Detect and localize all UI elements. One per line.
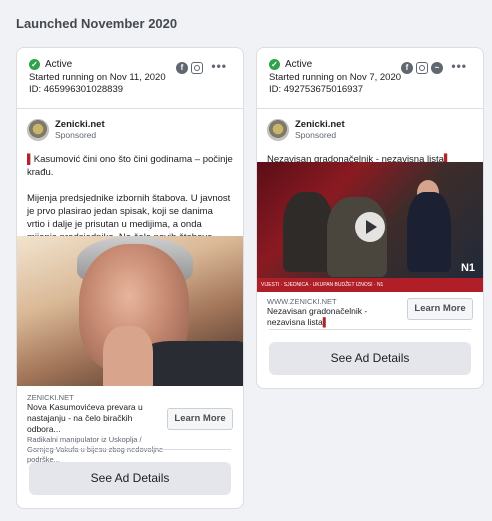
sponsored-label: Sponsored: [295, 130, 337, 140]
facebook-icon: f: [401, 62, 413, 74]
video-detail: [283, 192, 333, 272]
platform-icons: f ~: [401, 62, 443, 74]
link-title: Nova Kasumovićeva prevara u nastajanju -…: [27, 402, 143, 434]
advertiser-row: Zenicki.net Sponsored: [17, 109, 243, 144]
ad-card-header: ✓ Active Started running on Nov 7, 2020 …: [257, 48, 483, 108]
advertiser-row: Zenicki.net Sponsored: [257, 109, 483, 144]
ad-card: ✓ Active Started running on Nov 11, 2020…: [16, 47, 244, 509]
ad-id: ID: 492753675016937: [269, 84, 364, 95]
status-label: Active: [285, 59, 313, 70]
see-ad-details-button[interactable]: See Ad Details: [29, 462, 231, 495]
news-ticker: VIJESTI · SJEDNICA · UKUPAN BUDŽET IZNOS…: [257, 278, 483, 292]
section-title: Launched November 2020: [16, 16, 178, 31]
link-preview[interactable]: WWW.ZENICKI.NET Nezavisan gradonačelnik …: [257, 297, 407, 328]
status-label: Active: [45, 59, 73, 70]
ad-card-header: ✓ Active Started running on Nov 11, 2020…: [17, 48, 243, 108]
link-description: Radikalni manipulator iz Uskoplja / Gorn…: [27, 435, 163, 464]
video-detail: [407, 192, 451, 272]
learn-more-button[interactable]: Learn More: [407, 298, 473, 320]
link-title: Nezavisan gradonačelnik - nezavisna list…: [267, 306, 397, 328]
messenger-icon: ~: [431, 62, 443, 74]
active-check-icon: ✓: [269, 59, 280, 70]
ad-card: ✓ Active Started running on Nov 7, 2020 …: [256, 47, 484, 389]
advertiser-name[interactable]: Zenicki.net: [55, 119, 105, 130]
more-options-icon[interactable]: •••: [211, 59, 227, 73]
learn-more-button[interactable]: Learn More: [167, 408, 233, 430]
facebook-icon: f: [176, 62, 188, 74]
ad-image[interactable]: [17, 236, 243, 386]
avatar[interactable]: [27, 119, 49, 141]
platform-icons: f: [176, 62, 203, 74]
avatar[interactable]: [267, 119, 289, 141]
instagram-icon: [191, 62, 203, 74]
advertiser-name[interactable]: Zenicki.net: [295, 119, 345, 130]
active-check-icon: ✓: [29, 59, 40, 70]
marker-icon: ▌: [27, 154, 34, 165]
more-options-icon[interactable]: •••: [451, 59, 467, 73]
link-preview[interactable]: ZENICKI.NET Nova Kasumovićeva prevara u …: [17, 393, 177, 465]
link-domain: ZENICKI.NET: [27, 393, 74, 402]
ad-video[interactable]: N1 VIJESTI · SJEDNICA · UKUPAN BUDŽET IZ…: [257, 162, 483, 292]
divider: [269, 329, 471, 330]
link-title-text: Nezavisan gradonačelnik - nezavisna list…: [267, 306, 368, 327]
marker-icon: ▌: [322, 317, 329, 327]
sponsored-label: Sponsored: [55, 130, 97, 140]
ad-body-line: Kasumović čini ono što čini godinama – p…: [27, 154, 233, 178]
play-icon[interactable]: [355, 212, 385, 242]
link-domain: WWW.ZENICKI.NET: [267, 297, 337, 306]
channel-logo: N1: [460, 262, 475, 274]
divider: [29, 449, 231, 450]
instagram-icon: [416, 62, 428, 74]
image-detail: [103, 326, 153, 386]
see-ad-details-button[interactable]: See Ad Details: [269, 342, 471, 375]
ad-id: ID: 465996301028839: [29, 84, 124, 95]
